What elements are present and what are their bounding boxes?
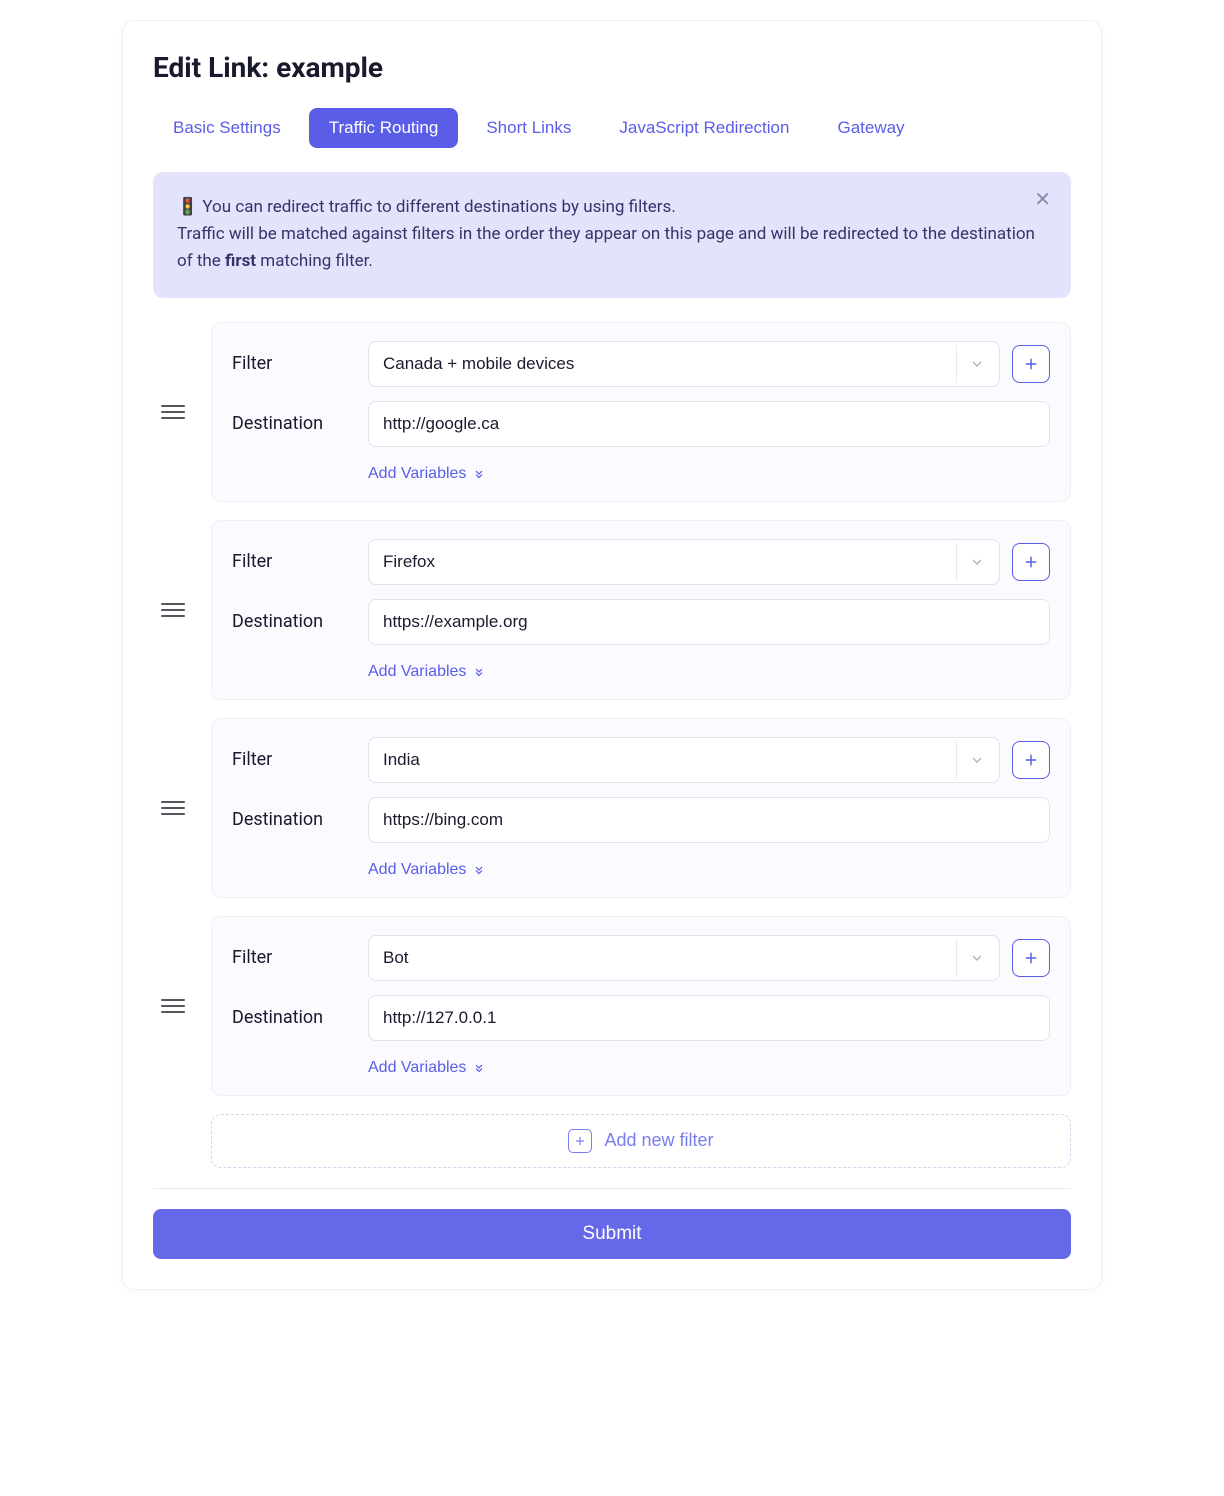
filter-select[interactable]: Firefox	[368, 539, 1000, 585]
banner-text-1: You can redirect traffic to different de…	[202, 197, 675, 217]
destination-label: Destination	[232, 413, 352, 434]
filter-label: Filter	[232, 749, 352, 770]
add-variables-label: Add Variables	[368, 1059, 466, 1077]
filter-body: Filter India Destination	[211, 718, 1071, 898]
page-title: Edit Link: example	[153, 51, 1071, 84]
tab-traffic-routing[interactable]: Traffic Routing	[309, 108, 459, 148]
double-chevron-down-icon	[472, 1061, 486, 1075]
destination-row: Destination	[232, 797, 1050, 843]
destination-label: Destination	[232, 809, 352, 830]
filter-row: Filter Canada + mobile devices	[232, 341, 1050, 387]
destination-input[interactable]	[368, 599, 1050, 645]
filter-select[interactable]: Bot	[368, 935, 1000, 981]
add-filter-condition-button[interactable]	[1012, 741, 1050, 779]
drag-handle-icon[interactable]	[153, 999, 193, 1013]
destination-label: Destination	[232, 611, 352, 632]
drag-handle-icon[interactable]	[153, 405, 193, 419]
edit-link-card: Edit Link: example Basic Settings Traffi…	[122, 20, 1102, 1290]
info-banner: ✕ 🚦 You can redirect traffic to differen…	[153, 172, 1071, 298]
destination-row: Destination	[232, 995, 1050, 1041]
plus-icon	[568, 1129, 592, 1153]
add-filter-condition-button[interactable]	[1012, 543, 1050, 581]
destination-row: Destination	[232, 401, 1050, 447]
filter-label: Filter	[232, 353, 352, 374]
double-chevron-down-icon	[472, 467, 486, 481]
add-variables-row: Add Variables	[232, 857, 1050, 883]
banner-line-2: Traffic will be matched against filters …	[177, 221, 1047, 275]
filter-row: Filter Firefox	[232, 539, 1050, 585]
double-chevron-down-icon	[472, 665, 486, 679]
filter-row: Filter Bot	[232, 935, 1050, 981]
add-new-filter-label: Add new filter	[604, 1130, 713, 1151]
add-filter-condition-button[interactable]	[1012, 939, 1050, 977]
add-new-filter-button[interactable]: Add new filter	[211, 1114, 1071, 1168]
filter-label: Filter	[232, 551, 352, 572]
filter-block: Filter Firefox Destination	[153, 520, 1071, 700]
banner-emoji: 🚦	[177, 197, 202, 217]
add-variables-label: Add Variables	[368, 663, 466, 681]
filter-row: Filter India	[232, 737, 1050, 783]
drag-handle-icon[interactable]	[153, 603, 193, 617]
destination-label: Destination	[232, 1007, 352, 1028]
tabs: Basic Settings Traffic Routing Short Lin…	[153, 108, 1071, 148]
tab-short-links[interactable]: Short Links	[466, 108, 591, 148]
banner-text-2b: matching filter.	[256, 251, 373, 271]
filter-label: Filter	[232, 947, 352, 968]
filter-block: Filter India Destination	[153, 718, 1071, 898]
filter-select[interactable]: Canada + mobile devices	[368, 341, 1000, 387]
submit-button[interactable]: Submit	[153, 1209, 1071, 1259]
filter-block: Filter Bot Destination	[153, 916, 1071, 1096]
destination-row: Destination	[232, 599, 1050, 645]
drag-handle-icon[interactable]	[153, 801, 193, 815]
tab-basic-settings[interactable]: Basic Settings	[153, 108, 301, 148]
filter-body: Filter Canada + mobile devices Destinati…	[211, 322, 1071, 502]
destination-input[interactable]	[368, 797, 1050, 843]
tab-gateway[interactable]: Gateway	[817, 108, 924, 148]
divider	[153, 1188, 1071, 1189]
add-variables-row: Add Variables	[232, 659, 1050, 685]
add-variables-row: Add Variables	[232, 1055, 1050, 1081]
add-variables-label: Add Variables	[368, 861, 466, 879]
filter-body: Filter Firefox Destination	[211, 520, 1071, 700]
add-variables-label: Add Variables	[368, 465, 466, 483]
tab-javascript-redirection[interactable]: JavaScript Redirection	[599, 108, 809, 148]
filter-block: Filter Canada + mobile devices Destinati…	[153, 322, 1071, 502]
destination-input[interactable]	[368, 995, 1050, 1041]
add-variables-button[interactable]: Add Variables	[368, 461, 486, 487]
destination-input[interactable]	[368, 401, 1050, 447]
add-variables-button[interactable]: Add Variables	[368, 857, 486, 883]
banner-strong: first	[225, 251, 256, 271]
double-chevron-down-icon	[472, 863, 486, 877]
close-icon[interactable]: ✕	[1034, 190, 1051, 210]
filter-select[interactable]: India	[368, 737, 1000, 783]
filter-body: Filter Bot Destination	[211, 916, 1071, 1096]
add-variables-button[interactable]: Add Variables	[368, 659, 486, 685]
add-filter-condition-button[interactable]	[1012, 345, 1050, 383]
add-variables-button[interactable]: Add Variables	[368, 1055, 486, 1081]
add-variables-row: Add Variables	[232, 461, 1050, 487]
banner-line-1: 🚦 You can redirect traffic to different …	[177, 194, 1047, 221]
